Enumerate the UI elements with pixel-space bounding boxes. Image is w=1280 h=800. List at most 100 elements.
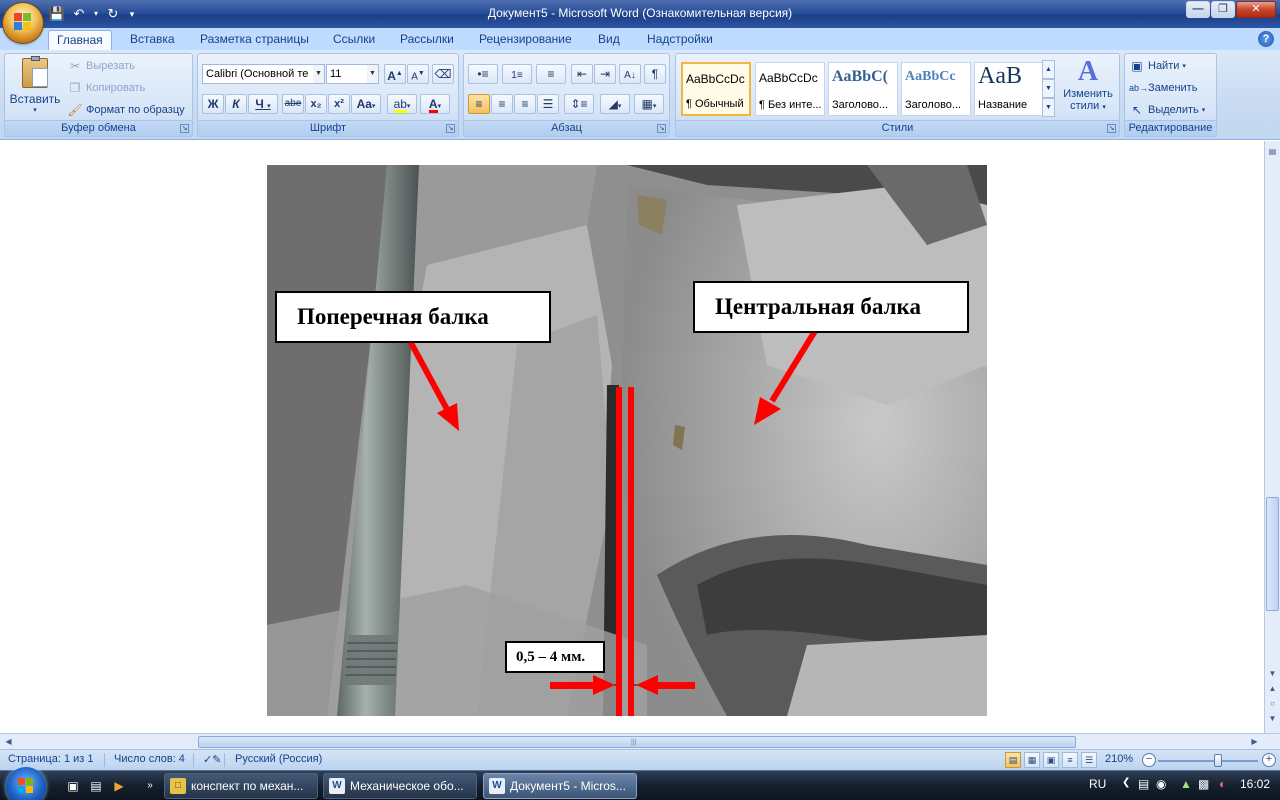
clipboard-launcher-icon[interactable]: ↘ <box>180 124 189 133</box>
show-marks-button[interactable]: ¶ <box>644 64 666 84</box>
zoom-out-icon[interactable]: − <box>1142 753 1156 767</box>
align-center-button[interactable]: ≡ <box>491 94 513 114</box>
scroll-left-icon[interactable]: ◀ <box>2 735 15 749</box>
bullets-button[interactable]: •≡ <box>468 64 498 84</box>
accessibility-icon[interactable]: ◉ <box>1156 777 1166 791</box>
next-page-icon[interactable]: ▼ <box>1266 712 1279 726</box>
replace-button[interactable]: ab→ Заменить <box>1129 78 1197 98</box>
underline-button[interactable]: Ч ▾ <box>248 94 278 114</box>
italic-button[interactable]: К <box>225 94 247 114</box>
align-right-button[interactable]: ≡ <box>514 94 536 114</box>
zoom-in-icon[interactable]: + <box>1262 753 1276 767</box>
superscript-button[interactable]: x² <box>328 94 350 114</box>
shading-button[interactable]: ◢▾ <box>600 94 630 114</box>
font-color-button[interactable]: A▾ <box>420 94 450 114</box>
zoom-level[interactable]: 210% <box>1105 753 1133 765</box>
proofing-icon[interactable]: ✓✎ <box>203 753 221 766</box>
horizontal-scrollbar[interactable]: ◀ ||| ▶ <box>0 733 1280 749</box>
minimize-button[interactable]: — <box>1186 1 1210 18</box>
styles-more-icon[interactable]: ▼ <box>1042 98 1055 117</box>
horizontal-scroll-thumb[interactable]: ||| <box>198 736 1076 748</box>
line-spacing-button[interactable]: ⇕≡ <box>564 94 594 114</box>
font-launcher-icon[interactable]: ↘ <box>446 124 455 133</box>
cut-button[interactable]: ✂ Вырезать <box>67 56 135 76</box>
page-count[interactable]: Страница: 1 из 1 <box>8 753 94 765</box>
taskbar-item-notes[interactable]: □ конспект по механ... <box>164 773 318 799</box>
strikethrough-button[interactable]: abe <box>282 94 304 114</box>
restore-button[interactable]: ❐ <box>1211 1 1235 18</box>
more-quick-launch-icon[interactable]: » <box>141 777 159 795</box>
devices-icon[interactable]: ▩ <box>1198 777 1209 791</box>
print-layout-view-icon[interactable]: ▤ <box>1005 752 1021 768</box>
grow-font-button[interactable]: A▲ <box>384 64 406 84</box>
office-button[interactable] <box>3 3 43 43</box>
style-normal[interactable]: AaBbCcDc ¶ Обычный <box>681 62 751 116</box>
highlight-button[interactable]: ab▾ <box>387 94 417 114</box>
tray-expand-icon[interactable]: ❮ <box>1122 777 1130 788</box>
format-painter-button[interactable]: 🖌 Формат по образцу <box>67 100 184 120</box>
word-count[interactable]: Число слов: 4 <box>114 753 185 765</box>
help-icon[interactable]: ? <box>1258 31 1274 47</box>
volume-icon[interactable]: ◐ <box>1219 777 1226 791</box>
taskbar-item-equipment[interactable]: W Механическое обо... <box>323 773 477 799</box>
copy-button[interactable]: ❐ Копировать <box>67 78 146 98</box>
document-area[interactable]: Поперечная балка Центральная балка 0,5 –… <box>0 141 1264 733</box>
style-no-spacing[interactable]: AaBbCcDc ¶ Без инте... <box>755 62 825 116</box>
tab-mailings[interactable]: Рассылки <box>392 30 462 50</box>
clock[interactable]: 16:02 <box>1240 777 1270 791</box>
close-button[interactable]: ✕ <box>1236 1 1276 18</box>
zoom-slider-thumb[interactable] <box>1214 754 1222 767</box>
decrease-indent-button[interactable]: ⇤ <box>571 64 593 84</box>
style-heading-1[interactable]: AaBbC( Заголово... <box>828 62 898 116</box>
vertical-scrollbar[interactable]: ▤ ▼ ▲ ○ ▼ <box>1264 141 1280 733</box>
style-title[interactable]: AaB Название <box>974 62 1044 116</box>
style-heading-2[interactable]: AaBbCc Заголово... <box>901 62 971 116</box>
zoom-slider-track[interactable] <box>1158 760 1258 762</box>
shrink-font-button[interactable]: A▼ <box>407 64 429 84</box>
web-layout-icon[interactable]: ▣ <box>1043 752 1059 768</box>
tab-insert[interactable]: Вставка <box>122 30 183 50</box>
scroll-right-icon[interactable]: ▶ <box>1248 735 1261 749</box>
styles-launcher-icon[interactable]: ↘ <box>1107 124 1116 133</box>
subscript-button[interactable]: x₂ <box>305 94 327 114</box>
tab-review[interactable]: Рецензирование <box>471 30 580 50</box>
input-language[interactable]: RU <box>1089 777 1106 791</box>
draft-view-icon[interactable]: ☰ <box>1081 752 1097 768</box>
styles-scroll-down-icon[interactable]: ▼ <box>1042 79 1055 98</box>
font-size-combo[interactable]: 11 ▼ <box>326 64 379 84</box>
ruler-toggle-icon[interactable]: ▤ <box>1266 145 1279 159</box>
tab-references[interactable]: Ссылки <box>325 30 383 50</box>
font-name-combo[interactable]: Calibri (Основной те ▼ <box>202 64 325 84</box>
borders-button[interactable]: ▦▾ <box>634 94 664 114</box>
tab-page-layout[interactable]: Разметка страницы <box>192 30 317 50</box>
vertical-scroll-thumb[interactable] <box>1266 497 1279 611</box>
switch-windows-icon[interactable]: ▤ <box>87 777 105 795</box>
tab-home[interactable]: Главная <box>48 30 112 50</box>
scroll-down-icon[interactable]: ▼ <box>1266 667 1279 681</box>
media-player-icon[interactable]: ▶ <box>110 777 128 795</box>
previous-page-icon[interactable]: ▲ <box>1266 682 1279 696</box>
sort-button[interactable]: A↓ <box>619 64 641 84</box>
tab-view[interactable]: Вид <box>590 30 628 50</box>
start-button[interactable] <box>6 767 46 800</box>
full-screen-reading-icon[interactable]: ▦ <box>1024 752 1040 768</box>
taskbar-item-document5[interactable]: W Документ5 - Micros... <box>483 773 637 799</box>
multilevel-list-button[interactable]: ≡ <box>536 64 566 84</box>
align-left-button[interactable]: ≡ <box>468 94 490 114</box>
show-desktop-icon[interactable]: ▣ <box>64 777 82 795</box>
paste-button[interactable]: Вставить ▾ <box>7 56 63 118</box>
network-icon[interactable]: ▤ <box>1138 777 1149 791</box>
paragraph-launcher-icon[interactable]: ↘ <box>657 124 666 133</box>
change-styles-button[interactable]: A Изменить стили ▾ <box>1058 56 1118 118</box>
find-button[interactable]: ▣ Найти ▾ <box>1129 56 1186 76</box>
change-case-button[interactable]: Aa▾ <box>351 94 381 114</box>
safely-remove-icon[interactable]: ▲ <box>1180 777 1192 791</box>
clear-formatting-button[interactable]: ⌫ <box>432 64 454 84</box>
outline-view-icon[interactable]: ≡ <box>1062 752 1078 768</box>
bold-button[interactable]: Ж <box>202 94 224 114</box>
increase-indent-button[interactable]: ⇥ <box>594 64 616 84</box>
tab-addins[interactable]: Надстройки <box>639 30 721 50</box>
numbering-button[interactable]: 1≡ <box>502 64 532 84</box>
browse-object-icon[interactable]: ○ <box>1266 697 1279 711</box>
styles-scroll-up-icon[interactable]: ▲ <box>1042 60 1055 79</box>
